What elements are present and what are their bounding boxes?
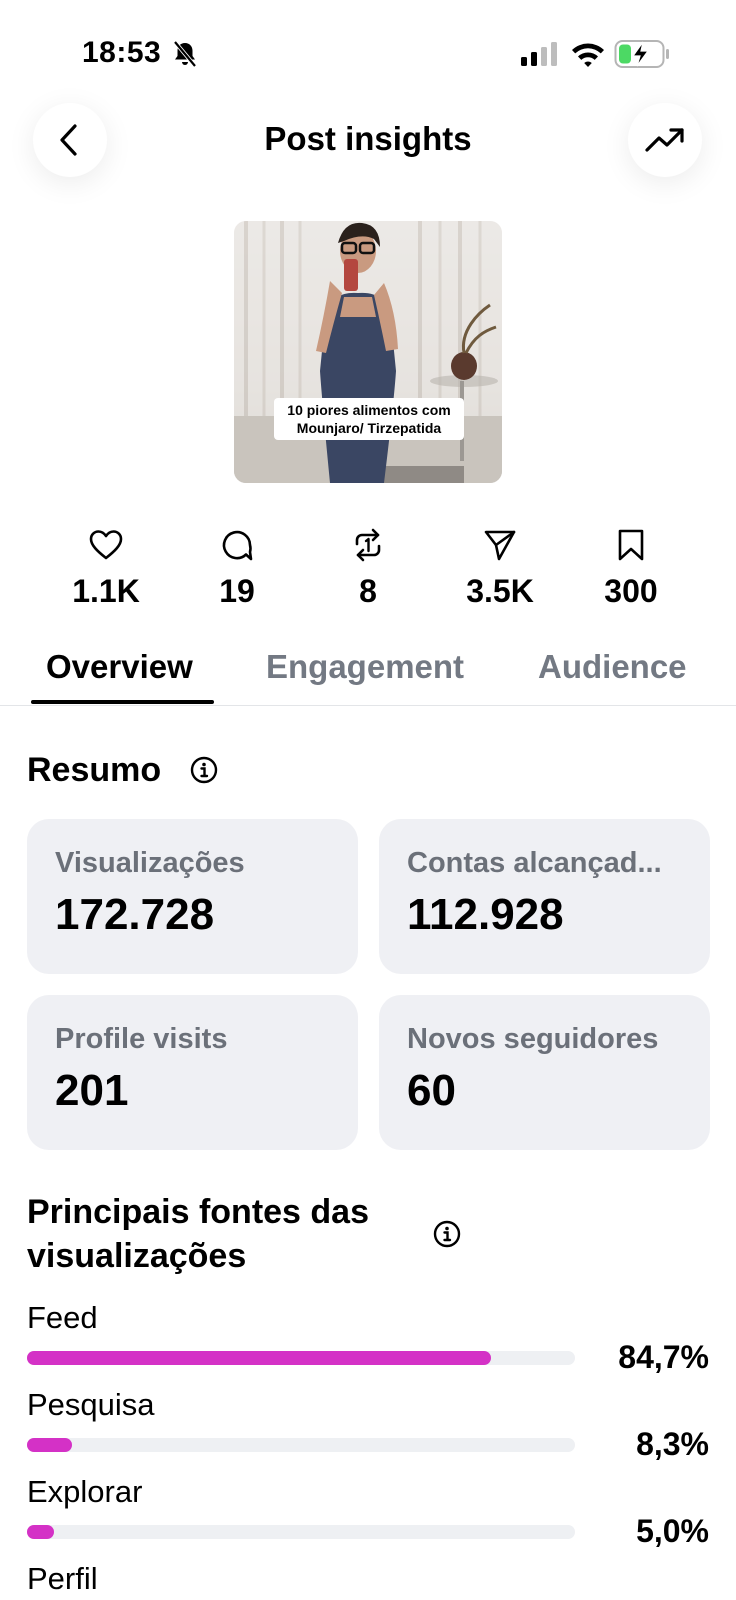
comment-icon: [222, 530, 253, 561]
metric-card-new-followers[interactable]: Novos seguidores 60: [379, 995, 710, 1150]
stat-shares: 3.5K: [440, 527, 560, 610]
tab-overview[interactable]: Overview: [46, 648, 193, 686]
active-tab-indicator: [31, 700, 214, 704]
source-percent-feed: 84,7%: [618, 1339, 709, 1375]
status-time: 18:53: [82, 36, 162, 69]
stat-reposts-value: 8: [359, 573, 377, 609]
info-icon[interactable]: [190, 756, 218, 784]
source-percent-search: 8,3%: [636, 1426, 709, 1462]
stat-comments: 19: [177, 527, 297, 610]
post-caption-line1: 10 piores alimentos com: [287, 402, 451, 418]
post-photo: [234, 221, 502, 483]
stat-saves: 300: [571, 527, 691, 610]
stat-likes-value: 1.1K: [72, 573, 140, 609]
metric-value: 60: [407, 1066, 456, 1115]
source-bar-track: [27, 1351, 575, 1365]
source-bar-fill-feed: [27, 1351, 492, 1365]
metric-label: Contas alcançad...: [407, 847, 662, 879]
sources-title: Principais fontes das visualizações: [27, 1190, 369, 1278]
sources-title-line2: visualizações: [27, 1237, 247, 1275]
metric-value: 112.928: [407, 890, 564, 939]
sources-title-line1: Principais fontes das: [27, 1193, 369, 1231]
post-caption-overlay: 10 piores alimentos com Mounjaro/ Tirzep…: [274, 398, 464, 440]
stat-comments-value: 19: [219, 573, 255, 609]
stat-saves-value: 300: [604, 573, 658, 609]
metric-label: Visualizações: [55, 847, 245, 879]
source-label-profile: Perfil: [27, 1561, 98, 1596]
battery-charging-icon: [614, 40, 669, 68]
status-bar: 18:53: [0, 0, 736, 100]
tab-divider: [0, 705, 736, 706]
metric-label: Novos seguidores: [407, 1023, 659, 1055]
stat-reposts: 8: [308, 527, 428, 610]
source-bar-fill-search: [27, 1438, 73, 1452]
trend-button[interactable]: [628, 103, 702, 177]
metric-value: 201: [55, 1066, 129, 1115]
source-bar-track: [27, 1438, 575, 1452]
metric-card-views[interactable]: Visualizações 172.728: [27, 819, 358, 974]
metric-card-profile-visits[interactable]: Profile visits 201: [27, 995, 358, 1150]
source-label-explore: Explorar: [27, 1474, 143, 1509]
metric-value: 172.728: [55, 890, 215, 939]
source-percent-explore: 5,0%: [636, 1513, 709, 1549]
page-title: Post insights: [264, 120, 472, 157]
summary-title: Resumo: [27, 751, 162, 789]
metric-card-accounts-reached[interactable]: Contas alcançad... 112.928: [379, 819, 710, 974]
stat-likes: 1.1K: [46, 527, 166, 610]
source-label-feed: Feed: [27, 1300, 98, 1335]
tab-engagement[interactable]: Engagement: [266, 648, 464, 686]
share-icon: [484, 530, 516, 561]
cellular-signal-icon: [521, 42, 557, 66]
stat-shares-value: 3.5K: [466, 573, 534, 609]
source-bar-track: [27, 1525, 575, 1539]
bell-slash-icon: [173, 40, 197, 68]
post-caption-line2: Mounjaro/ Tirzepatida: [296, 420, 442, 436]
info-icon[interactable]: [433, 1220, 461, 1248]
trending-up-icon: [645, 128, 684, 152]
source-bar-fill-explore: [27, 1525, 55, 1539]
post-thumbnail[interactable]: 10 piores alimentos com Mounjaro/ Tirzep…: [234, 221, 502, 483]
bookmark-icon: [618, 529, 644, 561]
tab-audience[interactable]: Audience: [538, 648, 687, 686]
metric-label: Profile visits: [55, 1023, 228, 1055]
wifi-icon: [572, 43, 604, 67]
repost-icon: [355, 528, 381, 562]
source-label-search: Pesquisa: [27, 1387, 155, 1422]
heart-icon: [89, 530, 123, 560]
